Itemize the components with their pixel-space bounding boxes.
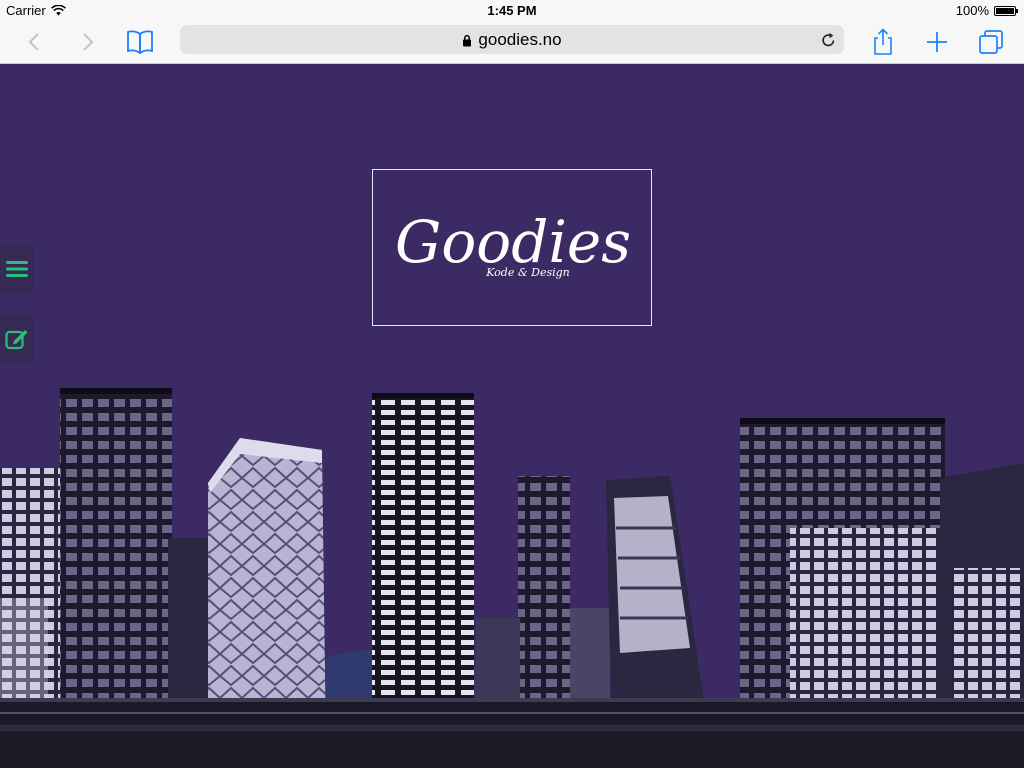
new-tab-button[interactable]	[921, 26, 953, 58]
lock-icon	[463, 34, 472, 47]
site-logo[interactable]: Goodies Kode & Design	[372, 169, 652, 326]
share-button[interactable]	[867, 26, 899, 58]
url-text: goodies.no	[478, 30, 562, 49]
tabs-icon	[979, 30, 1003, 54]
address-bar[interactable]: goodies.no	[180, 25, 844, 54]
logo-subtitle: Kode & Design	[485, 266, 570, 279]
chevron-left-icon	[28, 33, 39, 51]
share-icon	[874, 28, 892, 55]
battery-icon	[994, 5, 1018, 16]
status-bar: Carrier 1:45 PM 100%	[0, 0, 1024, 20]
reload-icon[interactable]	[821, 32, 836, 48]
chevron-right-icon	[83, 33, 94, 51]
book-icon	[127, 30, 153, 54]
back-button[interactable]	[18, 26, 50, 58]
edit-icon	[5, 330, 28, 350]
web-page: Goodies Kode & Design	[0, 64, 1024, 768]
tabs-button[interactable]	[975, 26, 1007, 58]
hamburger-menu-icon	[6, 261, 28, 277]
bookmarks-button[interactable]	[124, 26, 156, 58]
plus-icon	[927, 32, 947, 52]
forward-button[interactable]	[72, 26, 104, 58]
battery-percent: 100%	[955, 3, 989, 18]
clock: 1:45 PM	[487, 3, 537, 18]
edit-button[interactable]	[0, 315, 34, 363]
browser-toolbar: goodies.no	[0, 20, 1024, 64]
menu-toggle-button[interactable]	[0, 245, 34, 293]
city-skyline-illustration	[0, 388, 1024, 768]
